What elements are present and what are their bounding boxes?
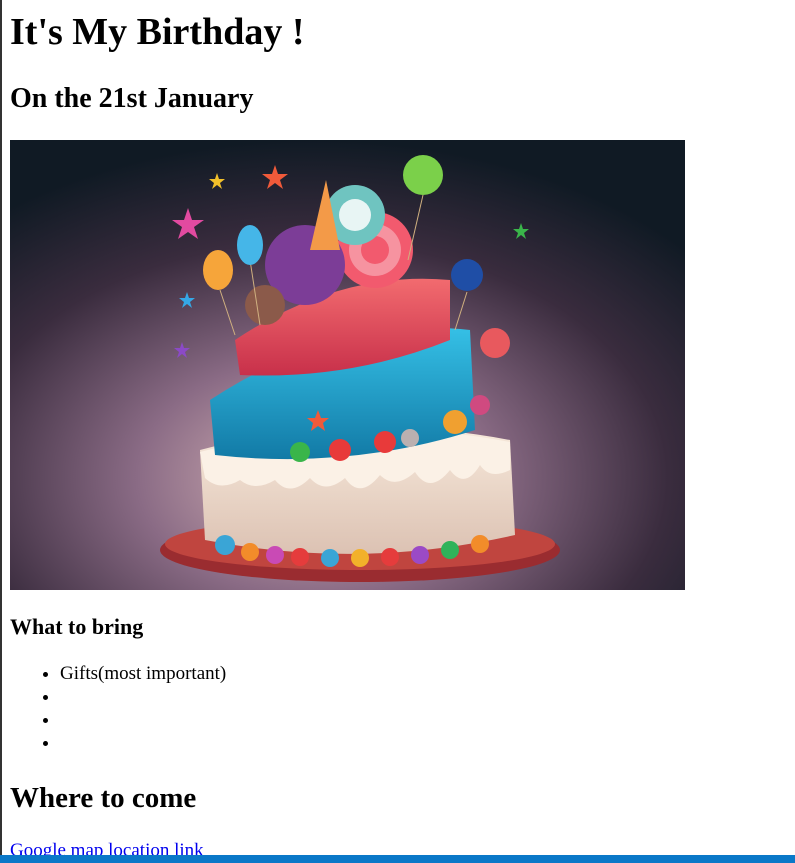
bring-list: Gifts(most important) <box>10 662 226 754</box>
list-item <box>60 685 226 708</box>
list-item <box>60 708 226 731</box>
date-heading: On the 21st January <box>10 83 254 114</box>
page-title: It's My Birthday ! <box>10 11 305 53</box>
page-left-border <box>0 0 2 863</box>
taskbar-strip <box>0 855 795 863</box>
what-to-bring-heading: What to bring <box>10 614 144 639</box>
cake-image <box>10 140 685 590</box>
list-item: Gifts(most important) <box>60 662 226 685</box>
list-item <box>60 731 226 754</box>
where-to-come-heading: Where to come <box>10 782 197 814</box>
